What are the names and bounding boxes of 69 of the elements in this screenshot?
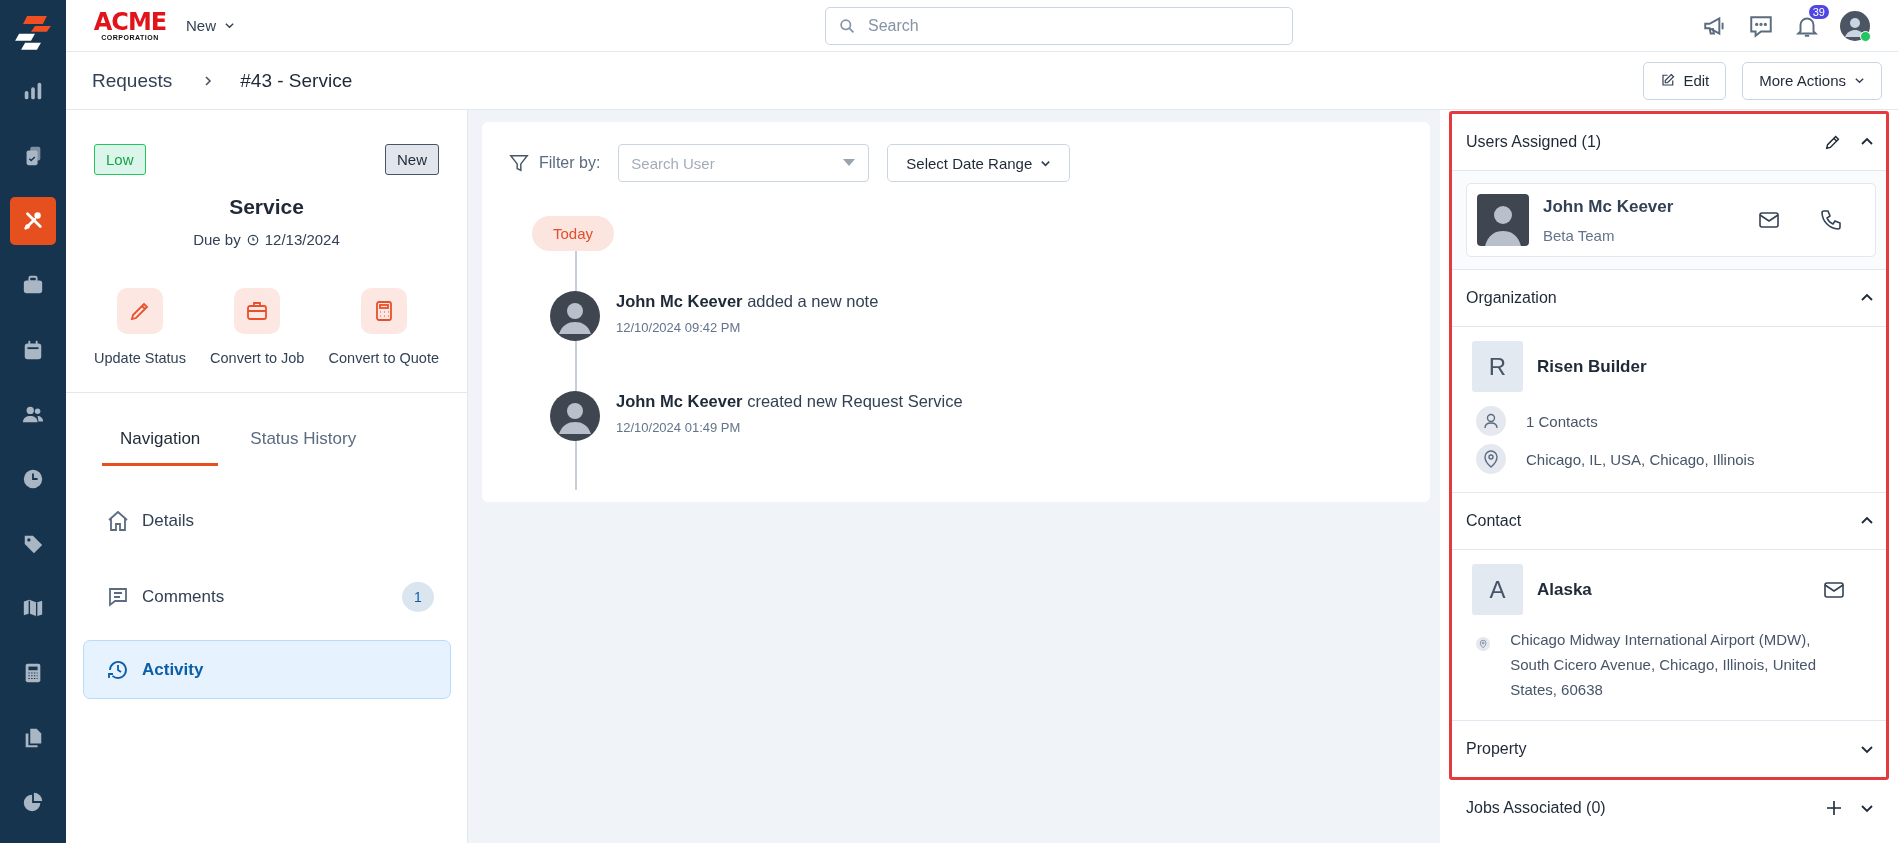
home-icon bbox=[106, 509, 130, 533]
chevron-down-icon bbox=[224, 20, 235, 31]
contacts-count: 1 Contacts bbox=[1526, 412, 1598, 430]
due-label: Due by bbox=[193, 231, 241, 248]
tab[interactable]: Status History bbox=[232, 423, 375, 466]
clock-icon bbox=[22, 468, 44, 491]
briefcase-icon[interactable] bbox=[234, 288, 281, 334]
edit-icon bbox=[1660, 73, 1676, 88]
user-team: Beta Team bbox=[1543, 226, 1616, 244]
activity-time: 12/10/2024 01:49 PM bbox=[616, 420, 742, 435]
day-label: Today bbox=[532, 216, 615, 251]
user-select-field[interactable]: Search User bbox=[618, 144, 870, 182]
section-title: Users Assigned (1) bbox=[1466, 133, 1603, 151]
search-icon bbox=[839, 17, 856, 35]
nav-item[interactable]: Comments 1 bbox=[83, 564, 451, 630]
user-avatar bbox=[550, 391, 600, 441]
location-pin-icon bbox=[1476, 444, 1506, 474]
user-name: John Mc Keever bbox=[1543, 196, 1675, 217]
user-avatar bbox=[550, 291, 600, 341]
organization-initial: R bbox=[1472, 341, 1523, 392]
organization-address: Chicago, IL, USA, Chicago, Illinois bbox=[1526, 450, 1755, 468]
new-menu-button[interactable]: New bbox=[186, 17, 235, 34]
tools-icon bbox=[22, 209, 44, 232]
activity-message: John Mc Keever created new Request Service bbox=[616, 392, 963, 411]
contact-initial: A bbox=[1472, 564, 1523, 615]
calendar-icon bbox=[22, 338, 44, 361]
sidebar-nav-item[interactable] bbox=[10, 196, 56, 245]
page-title: #43 - Service bbox=[240, 69, 353, 92]
chat-bubble-icon bbox=[106, 585, 130, 609]
quick-action-link[interactable]: Update Status bbox=[94, 350, 186, 366]
nav-item[interactable]: Details bbox=[83, 488, 451, 554]
search-field[interactable]: Search bbox=[825, 6, 1293, 45]
comment-count-badge: 1 bbox=[402, 582, 434, 612]
priority-badge: Low bbox=[94, 144, 146, 175]
section-title: Organization bbox=[1466, 289, 1558, 307]
edit-button[interactable]: Edit bbox=[1643, 61, 1727, 100]
filter-label: Filter by: bbox=[539, 154, 601, 172]
status-badge: New bbox=[385, 144, 439, 175]
phone-icon[interactable] bbox=[1819, 208, 1843, 232]
pie-chart-icon bbox=[22, 791, 44, 814]
section-title: Contact bbox=[1466, 512, 1523, 530]
user-avatar[interactable] bbox=[1840, 10, 1870, 41]
plus-icon[interactable] bbox=[1826, 800, 1842, 816]
quick-action-link[interactable]: Convert to Job bbox=[210, 350, 305, 366]
section-title: Jobs Associated (0) bbox=[1466, 799, 1607, 817]
contact-address: Chicago Midway International Airport (MDW), South Cicero Avenue, Chicago, Illinois, United States, 60638 bbox=[1510, 630, 1817, 700]
user-photo bbox=[1477, 194, 1529, 246]
section-title: Property bbox=[1466, 740, 1528, 758]
nav-item[interactable]: Activity bbox=[83, 640, 451, 699]
more-actions-button[interactable]: More Actions bbox=[1742, 61, 1882, 100]
quick-action-link[interactable]: Convert to Quote bbox=[328, 350, 439, 366]
activity-message: John Mc Keever added a new note bbox=[616, 292, 879, 311]
calculator-icon[interactable] bbox=[360, 288, 407, 334]
organization-name: Risen Builder bbox=[1537, 356, 1647, 377]
request-title: Service bbox=[228, 195, 305, 219]
caret-down-icon bbox=[843, 159, 856, 167]
chevron-down-icon bbox=[1854, 75, 1865, 86]
person-icon bbox=[1476, 406, 1506, 436]
date-range-button[interactable]: Select Date Range bbox=[887, 144, 1071, 182]
tab[interactable]: Navigation bbox=[102, 423, 219, 466]
due-date: 12/13/2024 bbox=[264, 231, 340, 248]
clock-icon bbox=[246, 233, 259, 246]
notification-count: 39 bbox=[1808, 4, 1829, 19]
breadcrumb-link[interactable]: Requests bbox=[92, 69, 173, 92]
filter-icon bbox=[508, 152, 530, 174]
contact-name: Alaska bbox=[1537, 579, 1592, 600]
briefcase-glyph-icon bbox=[245, 299, 270, 323]
activity-time: 12/10/2024 09:42 PM bbox=[616, 320, 742, 335]
pencil-icon[interactable] bbox=[1824, 133, 1842, 151]
